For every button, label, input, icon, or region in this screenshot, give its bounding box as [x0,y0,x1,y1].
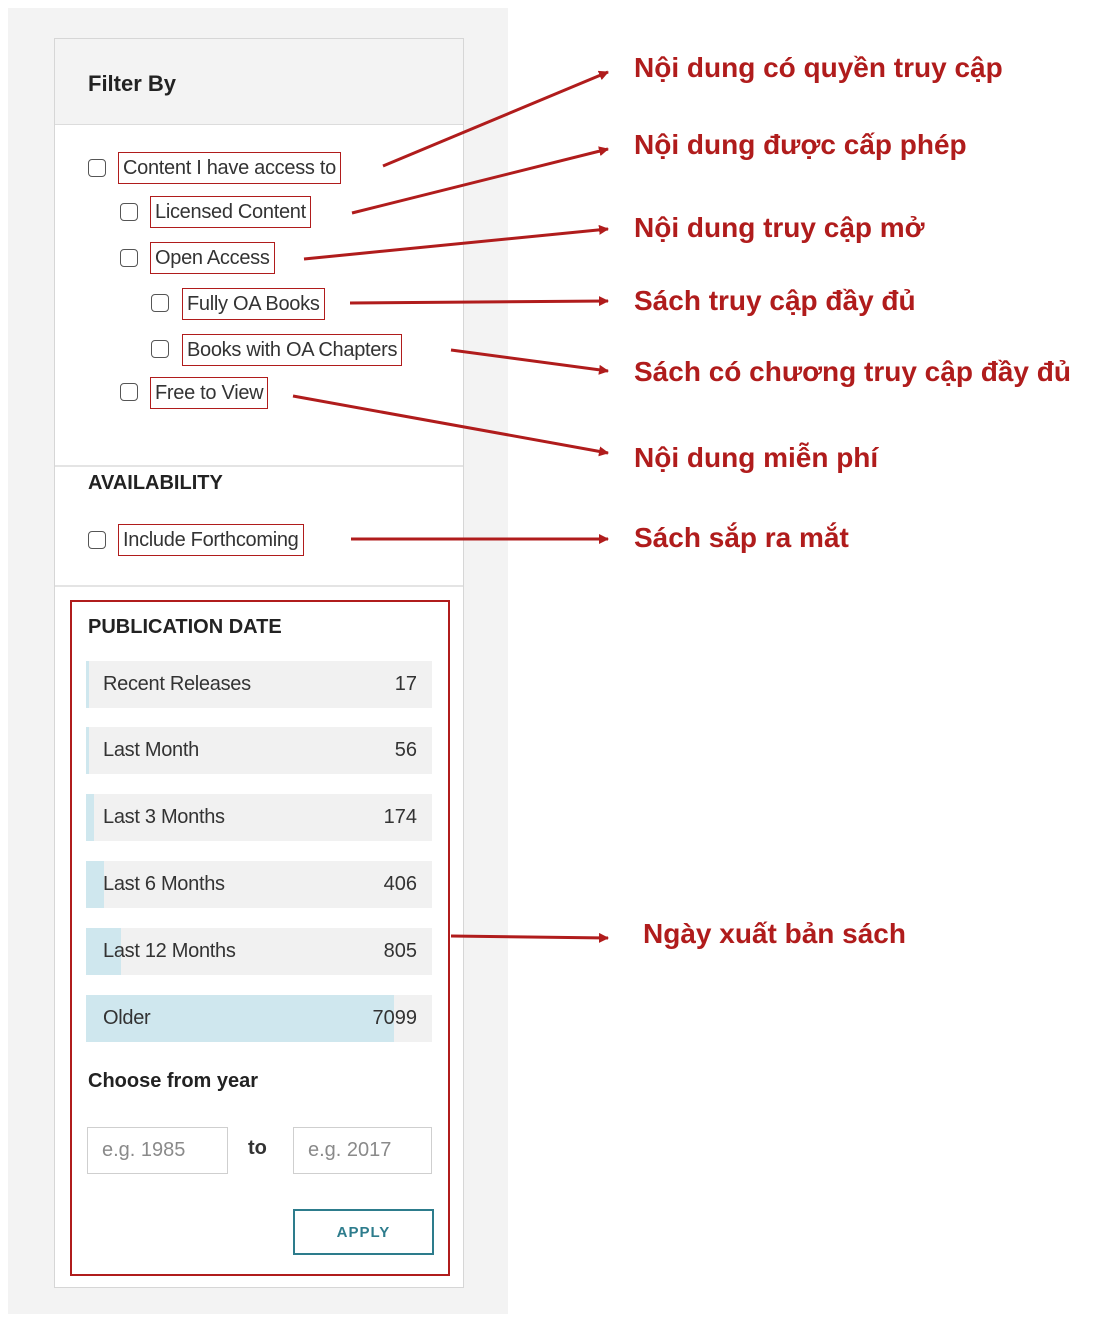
annotation-content-access: Nội dung có quyền truy cập [634,52,1003,83]
arrow-open-access [303,224,609,261]
annotation-free-to-view: Nội dung miễn phí [634,442,879,473]
arrow-publication-date [450,932,609,943]
annotation-open-access: Nội dung truy cập mở [634,212,925,243]
annotation-publication-date: Ngày xuất bản sách [643,918,906,949]
annotation-oa-chapters: Sách có chương truy cập đầy đủ [634,356,1071,387]
annotation-arrows [292,70,609,943]
arrow-free-to-view [292,394,609,457]
annotation-fully-oa-books: Sách truy cập đầy đủ [634,285,916,316]
arrow-fully-oa-books [349,296,609,307]
arrow-licensed-content [351,146,609,215]
annotation-licensed-content: Nội dung được cấp phép [634,129,967,160]
arrow-content-access [382,70,609,168]
annotation-forthcoming: Sách sắp ra mắt [634,522,849,553]
arrow-oa-chapters [450,348,609,375]
